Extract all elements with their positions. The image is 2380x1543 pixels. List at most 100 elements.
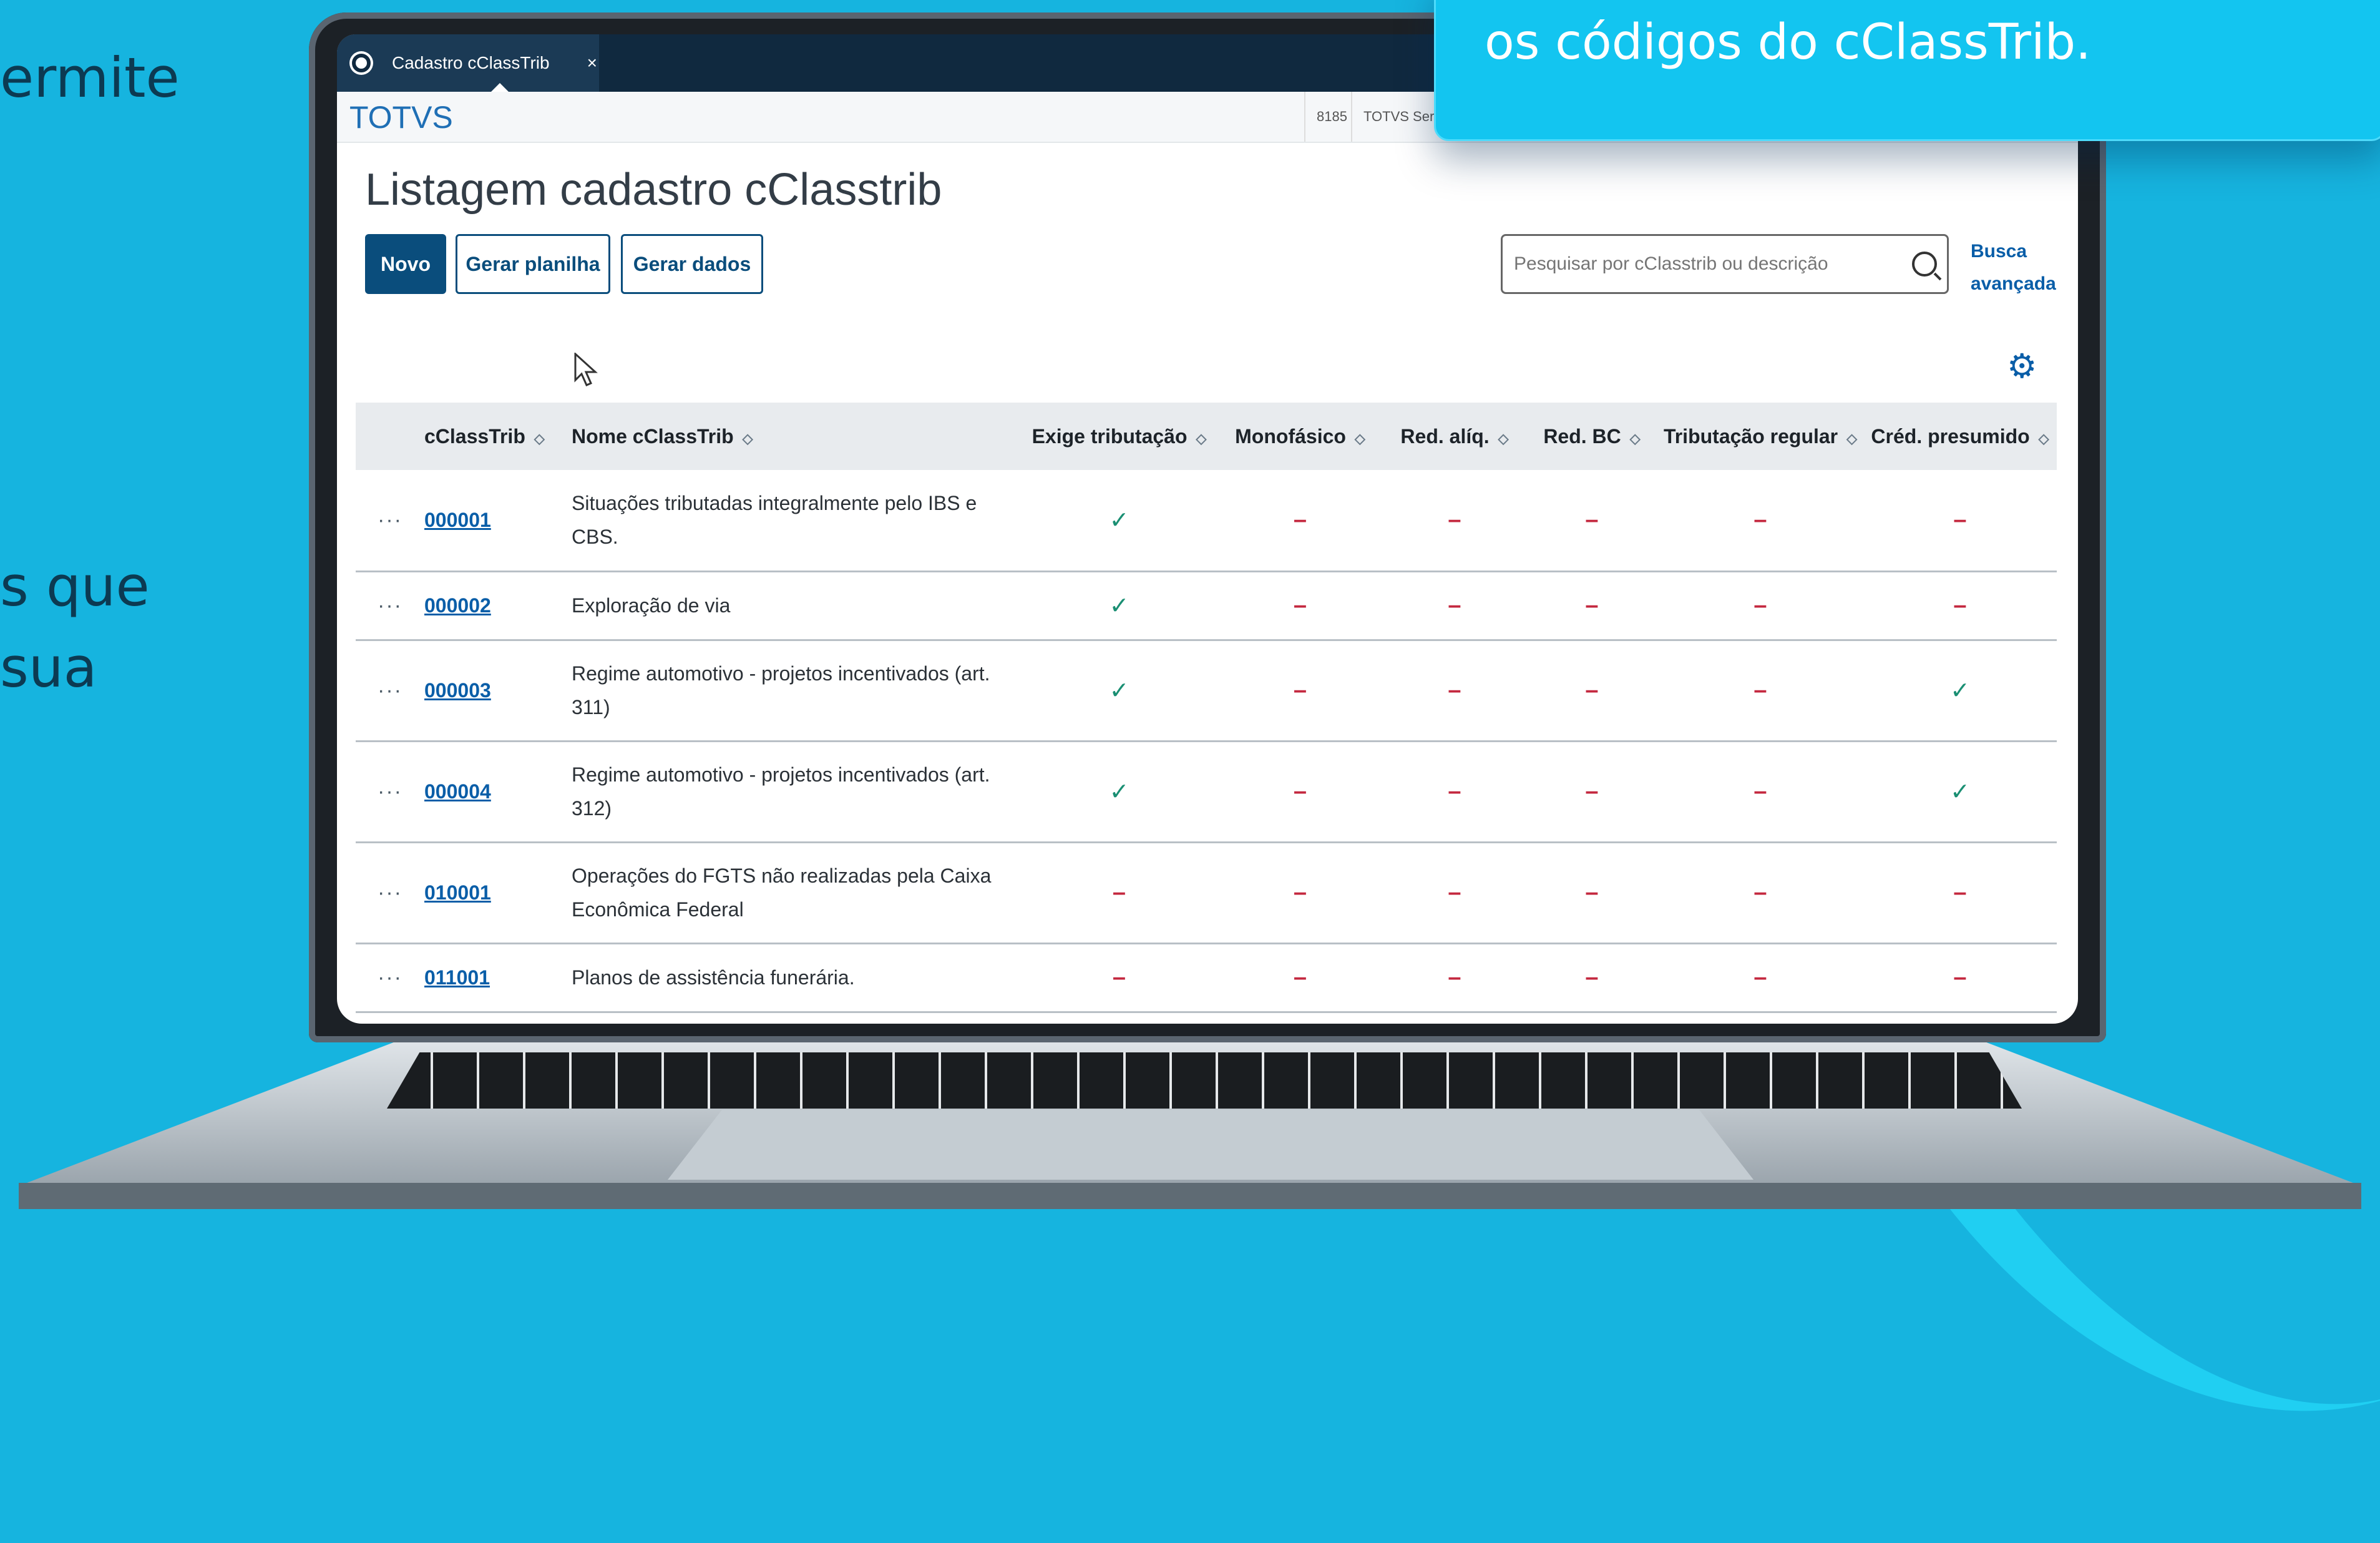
dash-icon: – — [1953, 506, 1967, 533]
flag-cell: ✓ — [1863, 640, 2057, 742]
dash-icon: – — [1293, 964, 1307, 991]
dash-icon: – — [1293, 677, 1307, 703]
cclasstrib-name-cell: Regime automotivo - projetos incentivado… — [572, 741, 1021, 843]
cclasstrib-code-link[interactable]: 010001 — [424, 881, 491, 904]
cclasstrib-code-link[interactable]: 000004 — [424, 780, 491, 803]
flag-cell: – — [1217, 470, 1383, 572]
flag-cell: – — [1657, 741, 1863, 843]
dash-icon: – — [1448, 778, 1461, 805]
row-actions-icon[interactable]: ··· — [356, 741, 424, 843]
row-actions-icon[interactable]: ··· — [356, 640, 424, 742]
brand-name: TOTVS — [349, 100, 453, 135]
flag-cell: – — [1657, 943, 1863, 1013]
page-title: Listagem cadastro cClasstrib — [365, 165, 942, 215]
dash-icon: – — [1753, 677, 1767, 703]
laptop-base-edge — [19, 1183, 2361, 1209]
cclasstrib-table: cClassTrib ◇ Nome cClassTrib ◇ Exige tribu… — [356, 403, 2057, 1013]
search-icon[interactable] — [1912, 252, 1937, 277]
flag-cell: – — [1863, 470, 2057, 572]
header-actions — [356, 403, 424, 470]
laptop-screen: Cadastro cClassTrib × TOTVS 8185 TOTVS S… — [337, 34, 2078, 1024]
dash-icon: – — [1112, 879, 1126, 906]
flag-cell: – — [1217, 640, 1383, 742]
generate-sheet-button[interactable]: Gerar planilha — [456, 234, 610, 294]
dash-icon: – — [1953, 879, 1967, 906]
settings-gear-icon[interactable]: ⚙ — [2007, 346, 2037, 386]
callout-box: os códigos do cClassTrib. — [1434, 0, 2380, 141]
cclasstrib-code-cell: 000001 — [424, 470, 572, 572]
flag-cell: – — [1657, 571, 1863, 641]
background-text-line-2: s que — [0, 554, 150, 619]
laptop-keyboard — [387, 1052, 2022, 1109]
cclasstrib-code-link[interactable]: 000003 — [424, 679, 491, 702]
header-code: 8185 — [1304, 92, 1358, 142]
cclasstrib-code-cell: 000003 — [424, 640, 572, 742]
dash-icon: – — [1293, 592, 1307, 619]
dash-icon: – — [1585, 778, 1599, 805]
header-red-bc[interactable]: Red. BC ◇ — [1526, 403, 1657, 470]
laptop-trackpad — [668, 1110, 1753, 1180]
cclasstrib-code-cell: 000002 — [424, 571, 572, 641]
table-row: ··· 000004 Regime automotivo - projetos in… — [356, 741, 2057, 843]
header-monofasico[interactable]: Monofásico ◇ — [1217, 403, 1383, 470]
row-actions-icon[interactable]: ··· — [356, 571, 424, 641]
cclasstrib-code-link[interactable]: 000002 — [424, 594, 491, 617]
tab-close-icon[interactable]: × — [587, 53, 597, 73]
dash-icon: – — [1293, 879, 1307, 906]
row-actions-icon[interactable]: ··· — [356, 943, 424, 1013]
flag-cell: – — [1526, 571, 1657, 641]
dash-icon: – — [1953, 592, 1967, 619]
check-icon: ✓ — [1109, 507, 1129, 534]
header-name[interactable]: Nome cClassTrib ◇ — [572, 403, 1021, 470]
search-box — [1501, 234, 1949, 294]
cclasstrib-code-cell: 011001 — [424, 943, 572, 1013]
dash-icon: – — [1448, 506, 1461, 533]
tab-title: Cadastro cClassTrib — [392, 53, 550, 72]
background-text-line-1: ermite — [0, 46, 180, 110]
new-button[interactable]: Novo — [365, 234, 446, 294]
header-exige-tributacao[interactable]: Exige tributação ◇ — [1021, 403, 1217, 470]
dash-icon: – — [1585, 964, 1599, 991]
header-cred-presumido[interactable]: Créd. presumido ◇ — [1863, 403, 2057, 470]
flag-cell: – — [1021, 943, 1217, 1013]
flag-cell: – — [1383, 640, 1526, 742]
search-input[interactable] — [1513, 253, 1912, 275]
dash-icon: – — [1585, 506, 1599, 533]
dash-icon: – — [1112, 964, 1126, 991]
generate-data-button[interactable]: Gerar dados — [621, 234, 763, 294]
flag-cell: ✓ — [1021, 741, 1217, 843]
cclasstrib-name-cell: Regime automotivo - projetos incentivado… — [572, 640, 1021, 742]
flag-cell: – — [1526, 640, 1657, 742]
check-icon: ✓ — [1109, 778, 1129, 805]
advanced-search-link[interactable]: Busca avançada — [1971, 235, 2058, 300]
row-actions-icon[interactable]: ··· — [356, 470, 424, 572]
table-header-row: cClassTrib ◇ Nome cClassTrib ◇ Exige tribu… — [356, 403, 2057, 470]
flag-cell: – — [1526, 842, 1657, 944]
flag-cell: ✓ — [1021, 640, 1217, 742]
cclasstrib-code-link[interactable]: 000001 — [424, 509, 491, 531]
cclasstrib-code-link[interactable]: 011001 — [424, 966, 490, 989]
flag-cell: – — [1217, 842, 1383, 944]
browser-tab[interactable]: Cadastro cClassTrib × — [337, 34, 599, 92]
dash-icon: – — [1448, 964, 1461, 991]
cclasstrib-code-cell: 000004 — [424, 741, 572, 843]
flag-cell: – — [1863, 571, 2057, 641]
table-row: ··· 000002 Exploração de via ✓ – – – – – — [356, 571, 2057, 641]
header-red-aliq[interactable]: Red. alíq. ◇ — [1383, 403, 1526, 470]
dash-icon: – — [1753, 592, 1767, 619]
flag-cell: – — [1526, 943, 1657, 1013]
dash-icon: – — [1585, 592, 1599, 619]
dash-icon: – — [1753, 964, 1767, 991]
flag-cell: – — [1383, 842, 1526, 944]
cclasstrib-name-cell: Planos de assistência funerária. — [572, 943, 1021, 1013]
dash-icon: – — [1448, 879, 1461, 906]
table-row: ··· 000001 Situações tributadas integralme… — [356, 470, 2057, 572]
header-tributacao-regular[interactable]: Tributação regular ◇ — [1657, 403, 1863, 470]
flag-cell: ✓ — [1021, 470, 1217, 572]
flag-cell: – — [1217, 741, 1383, 843]
dash-icon: – — [1585, 677, 1599, 703]
check-icon: ✓ — [1109, 592, 1129, 619]
flag-cell: – — [1863, 943, 2057, 1013]
row-actions-icon[interactable]: ··· — [356, 842, 424, 944]
header-cclasstrib[interactable]: cClassTrib ◇ — [424, 403, 572, 470]
